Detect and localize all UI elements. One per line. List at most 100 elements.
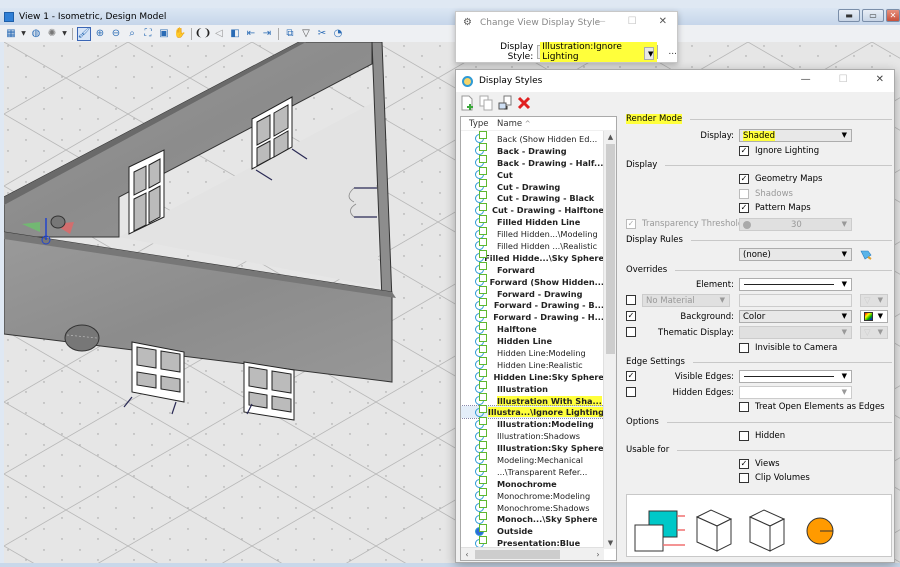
background-color-picker[interactable]: ▼: [860, 310, 888, 323]
background-checkbox[interactable]: ✓: [626, 311, 642, 321]
section-usable-for: Usable for: [626, 445, 892, 455]
material-checkbox[interactable]: [626, 295, 642, 305]
import-style-icon[interactable]: [498, 95, 512, 111]
cvds-close-button[interactable]: ✕: [659, 16, 667, 27]
new-style-icon[interactable]: [460, 95, 474, 111]
hidden-checkbox[interactable]: Hidden: [739, 431, 785, 441]
clip-cut-icon[interactable]: ✂: [315, 27, 329, 41]
views-checkbox[interactable]: ✓ Views: [739, 459, 780, 469]
style-preview: [626, 494, 892, 557]
list-item-name: Filled Hidde...\Sky Sphere: [484, 252, 604, 263]
thematic-select[interactable]: ▼: [739, 326, 852, 339]
view-title: View 1 - Isometric, Design Model: [19, 11, 167, 22]
view-close-button[interactable]: ✕: [886, 9, 900, 22]
window-area-icon[interactable]: ▣: [157, 27, 171, 41]
view-previous-icon[interactable]: ◁: [212, 27, 226, 41]
view-attributes-icon[interactable]: ▦: [4, 27, 18, 41]
display-style-icon[interactable]: ◍: [29, 27, 43, 41]
zoom-out-icon[interactable]: ⊖: [109, 27, 123, 41]
geometry-maps-checkbox[interactable]: ✓ Geometry Maps: [739, 174, 822, 184]
update-view-icon[interactable]: 🖌: [77, 26, 91, 41]
pattern-maps-label: Pattern Maps: [755, 203, 811, 213]
display-styles-list[interactable]: Type Name ^ Back (Show Hidden Ed... Back …: [460, 116, 617, 561]
copy-style-icon[interactable]: [479, 95, 493, 111]
background-select[interactable]: Color ▼: [739, 310, 852, 323]
checkbox-icon: [739, 402, 749, 412]
pan-icon[interactable]: ✋: [173, 27, 187, 41]
view-minimize-button[interactable]: ▬: [838, 9, 860, 22]
cvds-maximize-button[interactable]: ☐: [628, 16, 637, 27]
color-picker-icon: [864, 312, 873, 321]
display-style-icon: [461, 500, 497, 513]
horizontal-scrollbar[interactable]: ‹ ›: [461, 547, 604, 560]
shadows-checkbox[interactable]: Shadows: [739, 189, 793, 199]
chevron-down-icon: ▼: [877, 328, 883, 336]
preview-cube-1: [695, 509, 733, 552]
transparency-select[interactable]: 30 ▼: [739, 218, 852, 231]
display-rules-value: (none): [743, 249, 771, 260]
dropdown-icon[interactable]: ▼: [20, 27, 27, 41]
cvds-window-controls: — ☐ ✕: [596, 16, 667, 27]
column-name[interactable]: Name ^: [497, 119, 616, 129]
dropdown-icon[interactable]: ▼: [61, 27, 68, 41]
element-override-select[interactable]: ▼: [739, 278, 852, 291]
display-rules-select[interactable]: (none) ▼: [739, 248, 852, 261]
ds-maximize-button[interactable]: ☐: [839, 74, 848, 85]
thematic-checkbox[interactable]: [626, 327, 642, 337]
preview-graphics: [634, 509, 834, 552]
display-style-icon: [461, 393, 497, 406]
zoom-window-icon[interactable]: ⌕: [125, 27, 139, 41]
hidden-edges-checkbox[interactable]: [626, 387, 642, 397]
display-style-select[interactable]: Illustration:Ignore Lighting ▼: [537, 42, 659, 62]
scroll-up-icon[interactable]: ▲: [604, 131, 616, 143]
copy-view-icon[interactable]: ⇤: [244, 27, 258, 41]
display-style-icon: [461, 440, 497, 453]
hidden-edges-select[interactable]: ▼: [739, 386, 852, 399]
section-overrides: Overrides: [626, 265, 892, 275]
zoom-in-icon[interactable]: ⊕: [93, 27, 107, 41]
thematic-label: Thematic Display:: [658, 328, 734, 338]
material-field[interactable]: [739, 294, 852, 307]
transparency-checkbox[interactable]: ✓ Transparency Threshold:: [626, 219, 746, 229]
delete-style-icon[interactable]: [517, 95, 531, 111]
thematic-picker[interactable]: ▽ ▼: [860, 326, 888, 339]
treat-open-elements-checkbox[interactable]: Treat Open Elements as Edges: [739, 402, 885, 412]
visible-edges-select[interactable]: ▼: [739, 370, 852, 383]
pattern-maps-checkbox[interactable]: ✓ Pattern Maps: [739, 203, 811, 213]
camera-icon[interactable]: ◔: [331, 27, 345, 41]
display-rules-edit-icon[interactable]: [860, 248, 872, 260]
clip-volume-icon[interactable]: ⧉: [283, 27, 297, 41]
display-style-icon: [461, 333, 497, 346]
scroll-thumb[interactable]: [606, 144, 615, 354]
cvds-minimize-button[interactable]: —: [596, 16, 606, 27]
material-picker[interactable]: ▽ ▼: [860, 294, 888, 307]
list-item-name: Illustration: [497, 383, 549, 394]
material-select[interactable]: No Material ▼: [642, 294, 730, 307]
vertical-scrollbar[interactable]: ▲ ▼: [603, 131, 616, 549]
scroll-left-icon[interactable]: ‹: [461, 548, 473, 560]
list-item-name: Modeling:Mechanical: [497, 454, 584, 465]
view-rotate-icon[interactable]: ⇥: [260, 27, 274, 41]
clip-volumes-checkbox[interactable]: Clip Volumes: [739, 473, 810, 483]
clip-mask-icon[interactable]: ▽: [299, 27, 313, 41]
ds-minimize-button[interactable]: —: [801, 74, 811, 85]
list-item-name: Illustra...\Ignore Lighting: [487, 407, 604, 418]
view-maximize-button[interactable]: ▭: [862, 9, 884, 22]
ignore-lighting-checkbox[interactable]: ✓ Ignore Lighting: [739, 146, 819, 156]
invisible-to-camera-checkbox[interactable]: Invisible to Camera: [739, 343, 837, 353]
visible-edges-checkbox[interactable]: ✓: [626, 371, 642, 381]
toolbar-separator: [191, 27, 192, 40]
ds-close-button[interactable]: ✕: [876, 74, 884, 85]
lighting-icon[interactable]: ✺: [45, 27, 59, 41]
more-button[interactable]: ...: [668, 47, 677, 57]
fit-view-icon[interactable]: ⛶: [141, 27, 155, 41]
column-type[interactable]: Type: [461, 119, 497, 129]
scroll-thumb-h[interactable]: [475, 550, 560, 559]
list-item-name: Cut: [497, 169, 513, 180]
chevron-down-icon: ▼: [841, 280, 847, 288]
scroll-right-icon[interactable]: ›: [592, 548, 604, 560]
view-next-icon[interactable]: ◧: [228, 27, 242, 41]
walk-icon[interactable]: ❨❩: [195, 27, 212, 41]
scroll-down-icon[interactable]: ▼: [604, 537, 616, 549]
render-display-select[interactable]: Shaded ▼: [739, 129, 852, 142]
